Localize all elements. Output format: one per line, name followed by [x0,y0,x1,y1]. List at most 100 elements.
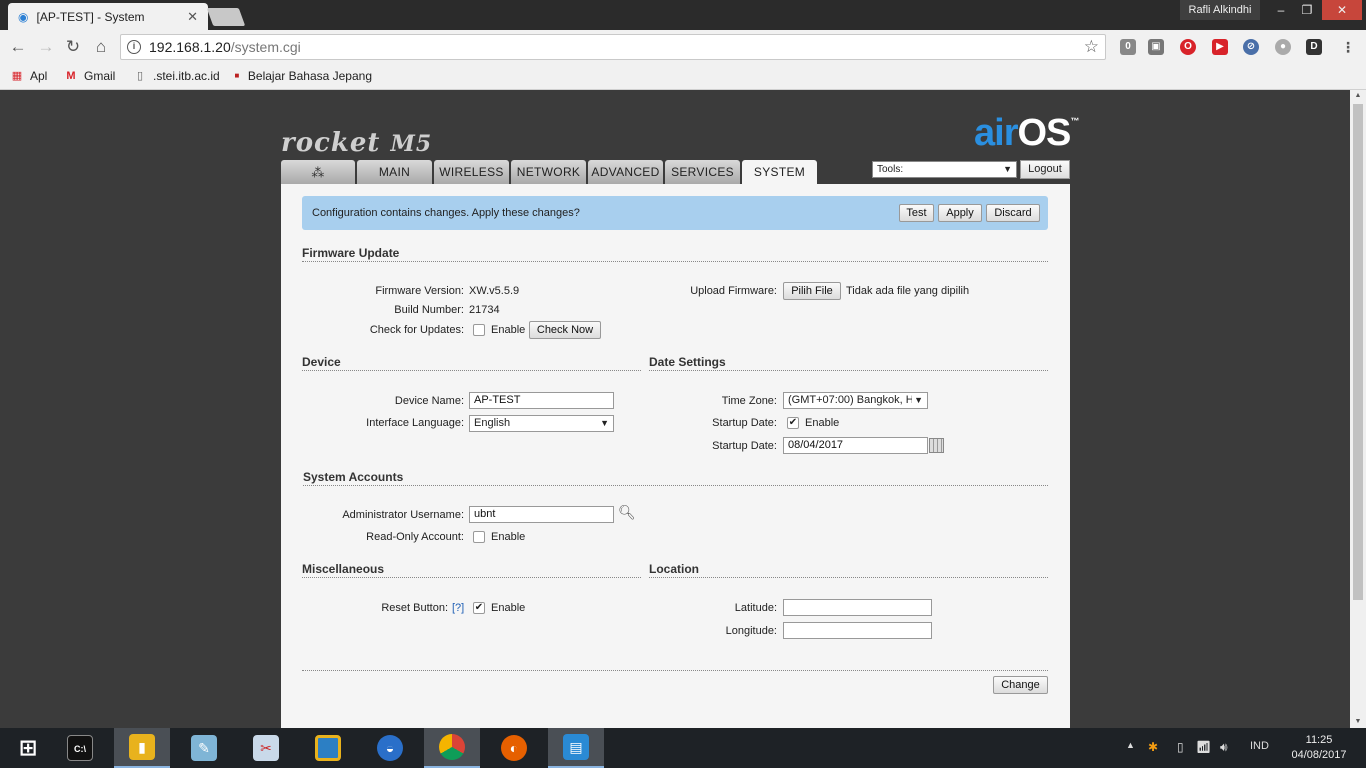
startup-date-label: Startup Date: [712,440,777,452]
section-divider [649,370,1048,371]
time-zone-label: Time Zone: [721,395,777,407]
tab-services[interactable]: SERVICES [665,160,740,184]
input-language[interactable]: IND [1250,740,1269,752]
extension-counter-icon[interactable]: 0 [1120,39,1136,55]
taskbar-explorer[interactable] [300,728,356,768]
rocket-logo: rocket M5 [281,128,432,158]
address-bar[interactable]: i 192.168.1.20 /system.cgi ☆ [120,34,1106,60]
device-name-input[interactable]: AP-TEST [469,392,614,409]
opera-extension-icon[interactable]: O [1180,39,1196,55]
tab-network[interactable]: NETWORK [511,160,586,184]
home-icon[interactable]: ⌂ [91,37,111,57]
tab-wireless[interactable]: WIRELESS [434,160,509,184]
tray-expand-icon[interactable]: ▲ [1126,740,1135,750]
page-scrollbar[interactable]: ▲ ▼ [1350,90,1366,728]
longitude-input[interactable] [783,622,932,639]
startup-date-input[interactable]: 08/04/2017 [783,437,928,454]
d-extension-icon[interactable]: D [1306,39,1322,55]
tab-main[interactable]: MAIN [357,160,432,184]
tab-system[interactable]: SYSTEM [742,160,817,186]
profile-name[interactable]: Rafli Alkindhi [1180,0,1260,20]
search-icon[interactable]: 🔍︎ [618,504,636,521]
tab-close-icon[interactable]: ✕ [187,9,198,25]
no-file-text: Tidak ada file yang dipilih [846,285,970,297]
startup-date-checkbox[interactable]: ✔ [787,417,799,429]
media-extension-icon[interactable]: ▶ [1212,39,1228,55]
start-button[interactable]: ⊞ [0,728,56,768]
back-icon[interactable]: ← [8,37,28,57]
browser-tab-active[interactable]: ◉ [AP-TEST] - System ✕ [8,3,208,30]
taskbar-app-card[interactable]: ▤ [548,728,604,768]
apply-button[interactable]: Apply [938,204,982,222]
scrollbar-thumb[interactable] [1353,104,1363,600]
site-info-icon[interactable]: i [127,40,141,54]
brand-air: air [974,112,1018,154]
check-updates-checkbox[interactable] [473,324,485,336]
admin-username-input[interactable]: ubnt [469,506,614,523]
logout-button[interactable]: Logout [1020,160,1070,179]
reload-icon[interactable]: ↻ [63,37,83,57]
build-number-value: 21734 [469,304,500,316]
url-host: 192.168.1.20 [149,39,231,55]
chrome-menu-icon[interactable]: ⋮ [1340,39,1356,55]
tools-select[interactable]: Tools: ▼ [872,161,1017,178]
compass-extension-icon[interactable]: ⊘ [1243,39,1259,55]
new-tab-button[interactable] [206,8,246,26]
shield-extension-icon[interactable]: ● [1275,39,1291,55]
scroll-up-icon[interactable]: ▲ [1350,90,1366,102]
extension-briefcase-icon[interactable]: ▣ [1148,39,1164,55]
calendar-icon[interactable] [929,438,944,453]
bookmark-star-icon[interactable]: ☆ [1084,37,1099,57]
misc-section-title: Miscellaneous [302,562,385,576]
restore-icon[interactable]: ❐ [1294,0,1320,20]
scroll-down-icon[interactable]: ▼ [1350,716,1366,728]
taskbar-snipping[interactable]: ✂ [238,728,294,768]
notepad-icon: ✎ [191,735,217,761]
firefox-icon: ◐ [501,735,527,761]
device-name-label: Device Name: [394,395,464,407]
windows-logo-icon: ⊞ [18,735,38,760]
taskbar-chrome[interactable] [424,728,480,768]
app-globe-icon: ◒ [377,735,403,761]
minimize-icon[interactable]: – [1268,0,1294,20]
interface-language-select[interactable]: English ▼ [469,415,614,432]
battery-tray-icon[interactable]: ▯ [1177,740,1184,754]
bookmark-apps[interactable]: ▦ Apl [10,68,48,84]
section-divider [649,577,1048,578]
check-now-button[interactable]: Check Now [529,321,601,339]
discard-button[interactable]: Discard [986,204,1040,222]
tab-ubnt-logo[interactable]: ⁂ [281,160,355,184]
bookmark-gmail[interactable]: M Gmail [64,68,115,84]
bookmark-stei[interactable]: ▯ .stei.itb.ac.id [133,68,220,84]
reset-help-link[interactable]: [?] [452,602,464,614]
change-button[interactable]: Change [993,676,1048,694]
taskbar-firefox[interactable]: ◐ [486,728,542,768]
section-divider [303,485,1048,486]
section-divider [302,261,1048,262]
system-panel: Configuration contains changes. Apply th… [281,184,1070,728]
interface-language-label: Interface Language: [366,417,464,429]
choose-file-button[interactable]: Pilih File [783,282,841,300]
latitude-input[interactable] [783,599,932,616]
network-tray-icon[interactable]: 📶︎ [1196,740,1211,754]
taskbar-notepad[interactable]: ✎ [176,728,232,768]
taskbar-cmd[interactable]: C:\ [52,728,108,768]
clock[interactable]: 11:25 04/08/2017 [1284,733,1354,763]
reset-button-checkbox[interactable]: ✔ [473,602,485,614]
tab-advanced[interactable]: ADVANCED [588,160,663,184]
forward-icon[interactable]: → [36,37,56,57]
taskbar-app-blue[interactable]: ◒ [362,728,418,768]
volume-tray-icon[interactable]: 🔊︎ [1220,740,1228,755]
taskbar-files[interactable]: ▮ [114,728,170,768]
test-button[interactable]: Test [899,204,934,222]
gmail-icon: M [66,70,76,82]
bookmark-jepang[interactable]: ■ Belajar Bahasa Jepang [232,68,372,84]
bookmark-label: Belajar Bahasa Jepang [247,69,372,83]
main-tabs: ⁂ MAIN WIRELESS NETWORK ADVANCED SERVICE… [281,160,819,186]
upload-firmware-label: Upload Firmware: [690,285,777,297]
avast-tray-icon[interactable]: ✱ [1148,740,1158,754]
window-close-icon[interactable]: ✕ [1322,0,1362,20]
check-updates-enable-label: Enable [491,324,526,336]
readonly-account-checkbox[interactable] [473,531,485,543]
time-zone-select[interactable]: (GMT+07:00) Bangkok, H ▼ [783,392,928,409]
